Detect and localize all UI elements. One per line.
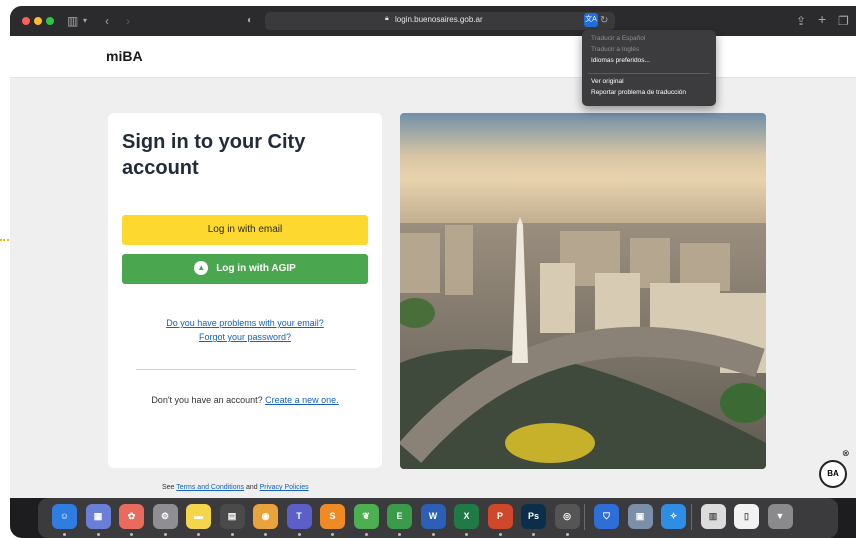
dock-teams-icon[interactable]: T [286, 504, 312, 529]
dock-running-indicator [431, 533, 435, 536]
ba-assistant-button[interactable]: BA [819, 460, 847, 488]
dock-trash-icon[interactable]: ▼ [767, 504, 793, 529]
forward-icon[interactable]: › [126, 13, 130, 29]
login-agip-button[interactable]: ▲ Log in with AGIP [122, 254, 368, 284]
dock-excel-icon[interactable]: X [454, 504, 479, 529]
lock-icon: 🔒︎ [385, 15, 389, 22]
dock-running-indicator [565, 533, 569, 536]
dock-running-indicator [331, 533, 334, 536]
agip-button-label: Log in with AGIP [216, 263, 296, 274]
agip-logo-icon: ▲ [194, 261, 209, 276]
login-email-button[interactable]: Log in with email [122, 215, 368, 245]
dock-separator [584, 504, 585, 530]
no-account-text: Don't you have an account? [151, 395, 263, 405]
dock-running-indicator [163, 533, 167, 536]
menu-item-preferred-languages[interactable]: Idiomas preferidos... [591, 57, 650, 64]
dock-separator [690, 504, 692, 530]
dock-sublime-icon[interactable]: S [320, 504, 345, 529]
buenos-aires-photo [400, 113, 766, 469]
dock-leaf-app-icon[interactable]: ❦ [353, 504, 379, 529]
dock-running-indicator [532, 533, 535, 536]
browser-toolbar: ▥ ▾ ‹ › ◐ 🔒︎ login.buenosaires.gob.ar 文A… [10, 6, 856, 36]
dock-launchpad-icon[interactable]: ▦ [85, 504, 111, 529]
dock-calculator-icon[interactable]: ▤ [219, 504, 245, 529]
translate-menu: Traducir a Español Traducir a Inglés Idi… [582, 30, 716, 106]
login-card: Sign in to your City account Log in with… [108, 113, 382, 468]
menu-item-view-original[interactable]: Ver original [591, 78, 624, 85]
dock-preview-icon[interactable]: ▣ [627, 504, 653, 529]
web-page: miBA Sign in to your City account Log in… [10, 36, 856, 498]
close-window-button[interactable] [22, 17, 30, 25]
dock-file-icon[interactable]: ▯ [734, 504, 759, 529]
dock-documents-icon[interactable]: ▥ [700, 504, 726, 529]
tab-overview-icon[interactable]: ❐ [838, 13, 849, 29]
terms-footer: See Terms and Conditions and Privacy Pol… [162, 484, 309, 491]
privacy-link[interactable]: Privacy Policies [260, 484, 309, 491]
divider [136, 369, 356, 370]
dock-running-indicator [130, 533, 133, 536]
dock-running-indicator [297, 533, 301, 536]
create-account-link[interactable]: Create a new one. [265, 395, 339, 405]
reload-icon[interactable]: ↻ [600, 13, 608, 29]
forgot-password-link[interactable]: Forgot your password? [108, 332, 382, 342]
menu-item-translate-spanish[interactable]: Traducir a Español [591, 35, 645, 42]
terms-and: and [245, 484, 258, 491]
dock-running-indicator [498, 533, 502, 536]
no-account-row: Don't you have an account? Create a new … [108, 395, 382, 405]
minimize-window-button[interactable] [34, 17, 42, 25]
dock-finder-icon[interactable]: ☺ [52, 504, 77, 529]
device-frame: ▥ ▾ ‹ › ◐ 🔒︎ login.buenosaires.gob.ar 文A… [10, 6, 856, 538]
url-text: login.buenosaires.gob.ar [395, 15, 483, 24]
site-header: miBA [10, 36, 856, 78]
terms-link[interactable]: Terms and Conditions [176, 484, 244, 491]
menu-item-report-problem[interactable]: Reportar problema de traducción [591, 89, 686, 96]
dock: ☺ ▦ ✿ ⚙ ▬ ▤ ◉ T S ❦ E W X P Ps ◎ ⛉ ▣ ✧ ▥ ▯ ▼ [38, 498, 838, 538]
close-icon[interactable]: ⊗ [842, 448, 850, 459]
menu-separator [588, 73, 710, 74]
dock-running-indicator [264, 533, 267, 536]
dock-word-icon[interactable]: W [420, 504, 446, 529]
email-problems-link[interactable]: Do you have problems with your email? [108, 318, 382, 328]
dock-system-settings-icon[interactable]: ⚙ [152, 504, 178, 529]
dock-photos-icon[interactable]: ✿ [119, 504, 144, 529]
translate-icon[interactable]: 文A [584, 13, 598, 27]
terms-prefix: See [162, 484, 175, 491]
dock-screenshot-icon[interactable]: ◎ [554, 504, 580, 529]
new-tab-icon[interactable]: + [818, 11, 826, 27]
sidebar-icon[interactable]: ▥ [67, 13, 78, 29]
miba-logo[interactable]: miBA [106, 48, 143, 64]
dock-running-indicator [465, 533, 468, 536]
dock-powerpoint-icon[interactable]: P [487, 504, 513, 529]
privacy-shield-icon[interactable]: ◐ [247, 13, 253, 29]
dock-running-indicator [364, 533, 368, 536]
chevron-down-icon[interactable]: ▾ [83, 13, 87, 29]
menu-item-translate-english[interactable]: Traducir a Inglés [591, 46, 639, 53]
login-title: Sign in to your City account [122, 131, 306, 179]
dock-running-indicator [96, 533, 100, 536]
address-bar[interactable]: 🔒︎ login.buenosaires.gob.ar [265, 12, 615, 30]
dock-running-indicator [230, 533, 234, 536]
zoom-window-button[interactable] [46, 17, 54, 25]
dock-vpn-shield-icon[interactable]: ⛉ [594, 504, 619, 529]
dock-photoshop-icon[interactable]: Ps [521, 504, 546, 529]
dock-running-indicator [398, 533, 401, 536]
dock-safari-icon[interactable]: ✧ [661, 504, 686, 529]
dock-running-indicator [197, 533, 200, 536]
dock-evernote-icon[interactable]: E [387, 504, 412, 529]
back-icon[interactable]: ‹ [105, 13, 109, 29]
dock-running-indicator [63, 533, 66, 536]
dock-chrome-icon[interactable]: ◉ [253, 504, 278, 529]
dock-notes-icon[interactable]: ▬ [186, 504, 211, 529]
share-icon[interactable]: ⇪ [796, 13, 806, 29]
